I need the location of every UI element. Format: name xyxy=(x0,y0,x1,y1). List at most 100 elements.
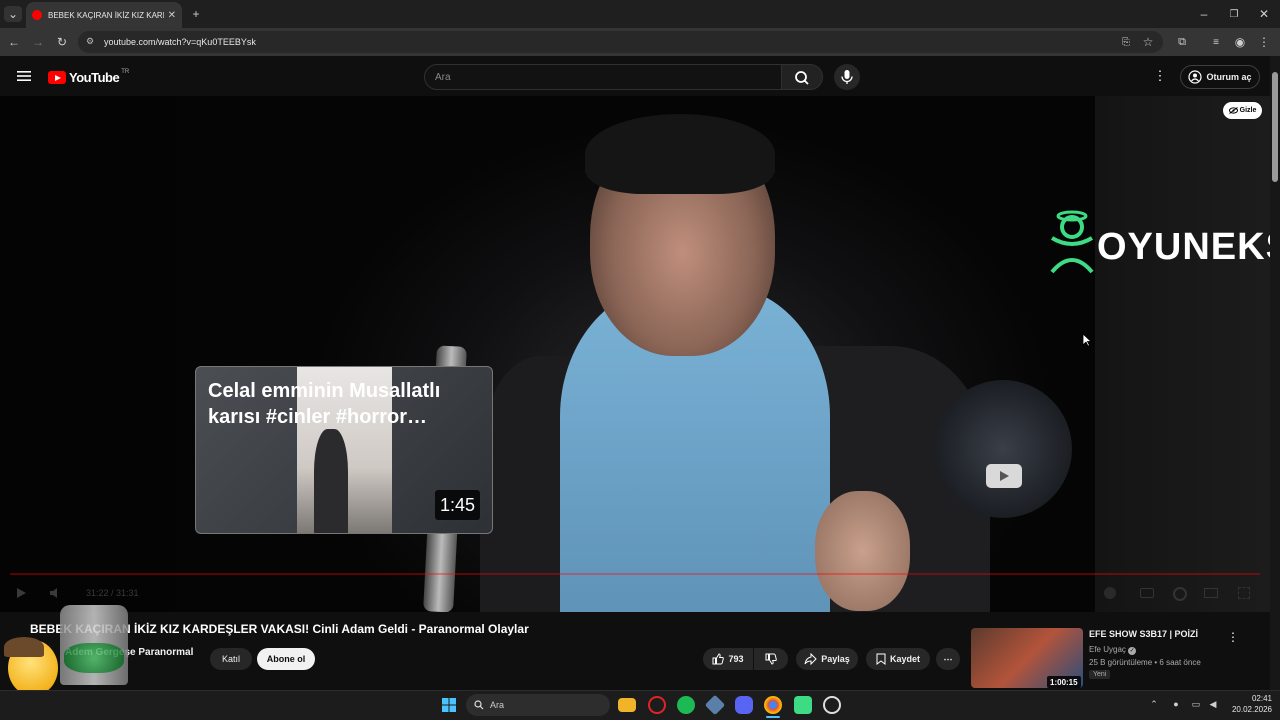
endscreen-video-card[interactable]: Celal emminin Musallatlı karısı #cinler … xyxy=(195,366,493,534)
save-button[interactable]: Kaydet xyxy=(866,648,930,670)
recommended-video-title[interactable]: EFE SHOW S3B17 | POİZİ xyxy=(1089,629,1198,639)
new-tab-icon[interactable]: + xyxy=(188,6,204,22)
thumbs-down-icon xyxy=(765,653,777,665)
active-app-indicator xyxy=(766,716,780,718)
restore-icon[interactable]: ❐ xyxy=(1226,6,1242,22)
eye-off-icon xyxy=(1228,107,1238,114)
search-input[interactable]: Ara xyxy=(424,64,782,90)
taskbar-search-icon xyxy=(474,700,484,710)
card-title: Celal emminin Musallatlı karısı #cinler … xyxy=(208,380,441,428)
coin-jar-sticker xyxy=(60,605,128,685)
system-clock[interactable]: 02:41 20.02.2026 xyxy=(1228,693,1272,715)
country-code: TR xyxy=(121,68,130,75)
pointing-hand-image xyxy=(815,491,910,611)
like-button[interactable]: 793 xyxy=(703,648,753,670)
scrollbar-thumb[interactable] xyxy=(1272,72,1278,182)
browser-menu-icon[interactable]: ⋮ xyxy=(1256,34,1272,50)
video-timecode: 31:22 / 31:31 xyxy=(86,588,139,598)
recommended-video-duration: 1:00:15 xyxy=(1047,676,1081,688)
spotify-icon[interactable] xyxy=(677,696,695,714)
autoplay-toggle-icon[interactable] xyxy=(1104,587,1116,599)
subtitles-icon[interactable] xyxy=(1140,588,1154,598)
back-icon[interactable]: ← xyxy=(6,34,22,50)
youtube-favicon-icon xyxy=(32,10,42,20)
share-button[interactable]: Paylaş xyxy=(796,648,858,670)
windows-taskbar xyxy=(0,690,1280,720)
presenter-hair-image xyxy=(585,114,775,194)
windows-start-icon[interactable] xyxy=(440,696,458,714)
tab-search-icon[interactable]: ⌄ xyxy=(4,6,22,22)
minimize-icon[interactable]: – xyxy=(1196,6,1212,22)
youtube-play-icon xyxy=(48,71,66,84)
youtube-logo[interactable]: YouTube TR xyxy=(48,68,130,85)
join-button[interactable]: Katıl xyxy=(210,648,252,670)
signin-button[interactable]: Oturum aç xyxy=(1180,65,1260,89)
voice-search-button[interactable] xyxy=(834,64,860,90)
settings-menu-icon[interactable]: ⋮ xyxy=(1152,68,1168,84)
taskbar-search[interactable]: Ara xyxy=(466,694,610,716)
clock-time: 02:41 xyxy=(1251,694,1272,703)
more-actions-button[interactable]: ⋯ xyxy=(936,648,960,670)
emoji-hat-image xyxy=(4,637,44,657)
chrome-icon[interactable] xyxy=(764,696,782,714)
discord-icon[interactable] xyxy=(735,696,753,714)
profile-icon[interactable]: ◉ xyxy=(1232,34,1248,50)
tab-title: BEBEK KAÇIRAN İKİZ KIZ KARDEŞ xyxy=(48,10,164,20)
card-duration: 1:45 xyxy=(435,490,480,520)
tray-overflow-icon[interactable]: ⌃ xyxy=(1148,698,1160,710)
card-thumbnail-figure xyxy=(314,429,348,533)
thumbs-up-icon xyxy=(712,653,725,665)
video-player[interactable] xyxy=(0,96,1270,612)
volume-icon[interactable] xyxy=(48,586,64,600)
forward-icon[interactable]: → xyxy=(30,34,46,50)
media-controls-icon[interactable]: ≡ xyxy=(1208,34,1224,50)
hamburger-menu-icon[interactable] xyxy=(16,68,32,84)
fullscreen-icon[interactable] xyxy=(1238,587,1250,599)
close-window-icon[interactable]: ✕ xyxy=(1256,6,1272,22)
search-placeholder: Ara xyxy=(435,71,451,83)
reload-icon[interactable]: ↻ xyxy=(54,34,70,50)
miniplayer-icon[interactable] xyxy=(1204,588,1218,598)
subscribe-button[interactable]: Abone ol xyxy=(257,648,315,670)
youtube-play-button-award-icon xyxy=(986,464,1022,488)
recommendation-menu-icon[interactable]: ⋮ xyxy=(1226,630,1240,644)
file-explorer-icon[interactable] xyxy=(618,698,636,712)
verified-check-icon: ✓ xyxy=(1128,647,1137,655)
recommended-channel-name[interactable]: Efe Uygaç ✓ xyxy=(1089,645,1137,655)
steam-icon[interactable] xyxy=(823,696,841,714)
address-bar[interactable]: ⚙ youtube.com/watch?v=qKu0TEEBYsk xyxy=(78,31,1163,53)
extensions-icon[interactable]: ⧉ xyxy=(1174,34,1190,50)
browser-tab[interactable]: BEBEK KAÇIRAN İKİZ KIZ KARDEŞ ✕ xyxy=(26,2,182,28)
like-count: 793 xyxy=(728,654,744,664)
oyuneks-logo-icon xyxy=(1048,208,1096,274)
speaker-icon[interactable]: ◀ xyxy=(1207,698,1219,710)
share-arrow-icon xyxy=(804,653,817,665)
recommended-channel-label: Efe Uygaç xyxy=(1089,645,1126,654)
new-badge: Yeni xyxy=(1089,670,1111,679)
microphone-icon xyxy=(841,70,853,84)
hide-label: Gizle xyxy=(1239,107,1257,114)
bookmark-star-icon[interactable]: ☆ xyxy=(1140,34,1156,50)
dislike-button[interactable] xyxy=(754,648,788,670)
play-icon[interactable] xyxy=(14,586,28,600)
video-progress-bar[interactable] xyxy=(10,573,1260,575)
network-icon[interactable]: ▭ xyxy=(1190,698,1202,710)
account-icon xyxy=(1188,70,1203,84)
hide-overlay-button[interactable]: Gizle xyxy=(1223,102,1262,119)
close-tab-icon[interactable]: ✕ xyxy=(168,10,176,21)
tray-microphone-icon[interactable]: ● xyxy=(1170,698,1182,710)
channel-watermark-badge[interactable] xyxy=(934,380,1072,518)
android-app-icon[interactable] xyxy=(794,696,812,714)
oyuneks-watermark: OYUNEKS xyxy=(1097,226,1280,268)
recommended-video-meta: 25 B görüntüleme • 6 saat önce xyxy=(1089,658,1201,667)
install-app-icon[interactable]: ⎘ xyxy=(1118,34,1134,50)
url-text: youtube.com/watch?v=qKu0TEEBYsk xyxy=(104,37,256,47)
site-info-icon[interactable]: ⚙ xyxy=(86,36,94,47)
signin-label: Oturum aç xyxy=(1206,72,1252,82)
search-button[interactable] xyxy=(781,64,823,90)
settings-gear-icon[interactable] xyxy=(1173,587,1187,601)
opera-icon[interactable] xyxy=(648,696,666,714)
video-side-panel xyxy=(1095,96,1270,612)
search-icon xyxy=(795,71,809,85)
mouse-cursor-icon xyxy=(1082,333,1092,347)
